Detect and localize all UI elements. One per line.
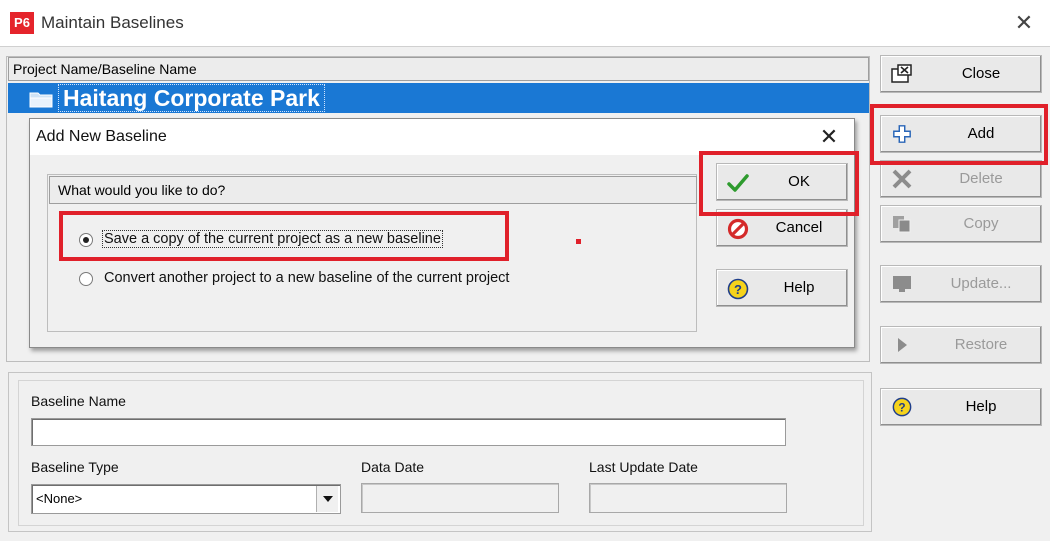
copy-icon xyxy=(893,216,911,233)
last-update-date-field xyxy=(589,483,787,513)
svg-text:?: ? xyxy=(734,282,742,297)
baseline-type-value: <None> xyxy=(36,491,83,506)
project-name[interactable]: Haitang Corporate Park xyxy=(58,84,325,112)
question-icon: ? xyxy=(892,397,912,417)
modal-help-button-label: Help xyxy=(783,279,815,296)
delete-button-label: Delete xyxy=(959,170,1003,187)
folder-icon xyxy=(29,92,53,108)
copy-button-label: Copy xyxy=(963,215,999,232)
window-title: Maintain Baselines xyxy=(41,13,184,32)
delete-button[interactable]: Delete xyxy=(880,160,1042,198)
play-triangle-icon xyxy=(898,338,907,352)
option-highlight xyxy=(59,211,509,261)
window-close-button[interactable]: ✕ xyxy=(1010,9,1038,37)
baseline-type-label: Baseline Type xyxy=(31,459,119,475)
update-button[interactable]: Update... xyxy=(880,265,1042,303)
close-window-icon xyxy=(891,64,912,83)
x-mark-icon xyxy=(892,169,912,189)
annotation-dot xyxy=(576,239,581,244)
monitor-icon xyxy=(893,276,911,292)
baseline-name-input[interactable] xyxy=(31,418,786,446)
restore-button-label: Restore xyxy=(954,336,1008,353)
copy-button[interactable]: Copy xyxy=(880,205,1042,243)
option-group-header: What would you like to do? xyxy=(49,176,697,204)
update-button-label: Update... xyxy=(950,275,1012,292)
dropdown-arrow-icon[interactable] xyxy=(316,486,338,512)
svg-text:?: ? xyxy=(898,401,905,415)
ok-button-highlight xyxy=(699,151,859,216)
baseline-name-label: Baseline Name xyxy=(31,393,126,409)
grid-column-header[interactable]: Project Name/Baseline Name xyxy=(8,57,869,81)
modal-title: Add New Baseline xyxy=(36,128,167,145)
last-update-date-label: Last Update Date xyxy=(589,459,698,475)
p6-logo: P6 xyxy=(10,12,34,34)
modal-close-button[interactable]: ✕ xyxy=(814,122,844,152)
data-date-field xyxy=(361,483,559,513)
option-convert-radio[interactable] xyxy=(79,272,93,286)
restore-button[interactable]: Restore xyxy=(880,326,1042,364)
help-button-label: Help xyxy=(965,398,997,415)
question-icon: ? xyxy=(727,278,749,300)
modal-help-button[interactable]: ? Help xyxy=(716,269,848,307)
help-button[interactable]: ? Help xyxy=(880,388,1042,426)
close-button[interactable]: Close xyxy=(880,55,1042,93)
add-button-highlight xyxy=(870,104,1048,165)
prohibited-icon xyxy=(727,218,749,240)
data-date-label: Data Date xyxy=(361,459,425,475)
close-button-label: Close xyxy=(961,65,1001,82)
option-convert-label[interactable]: Convert another project to a new baselin… xyxy=(104,270,509,286)
